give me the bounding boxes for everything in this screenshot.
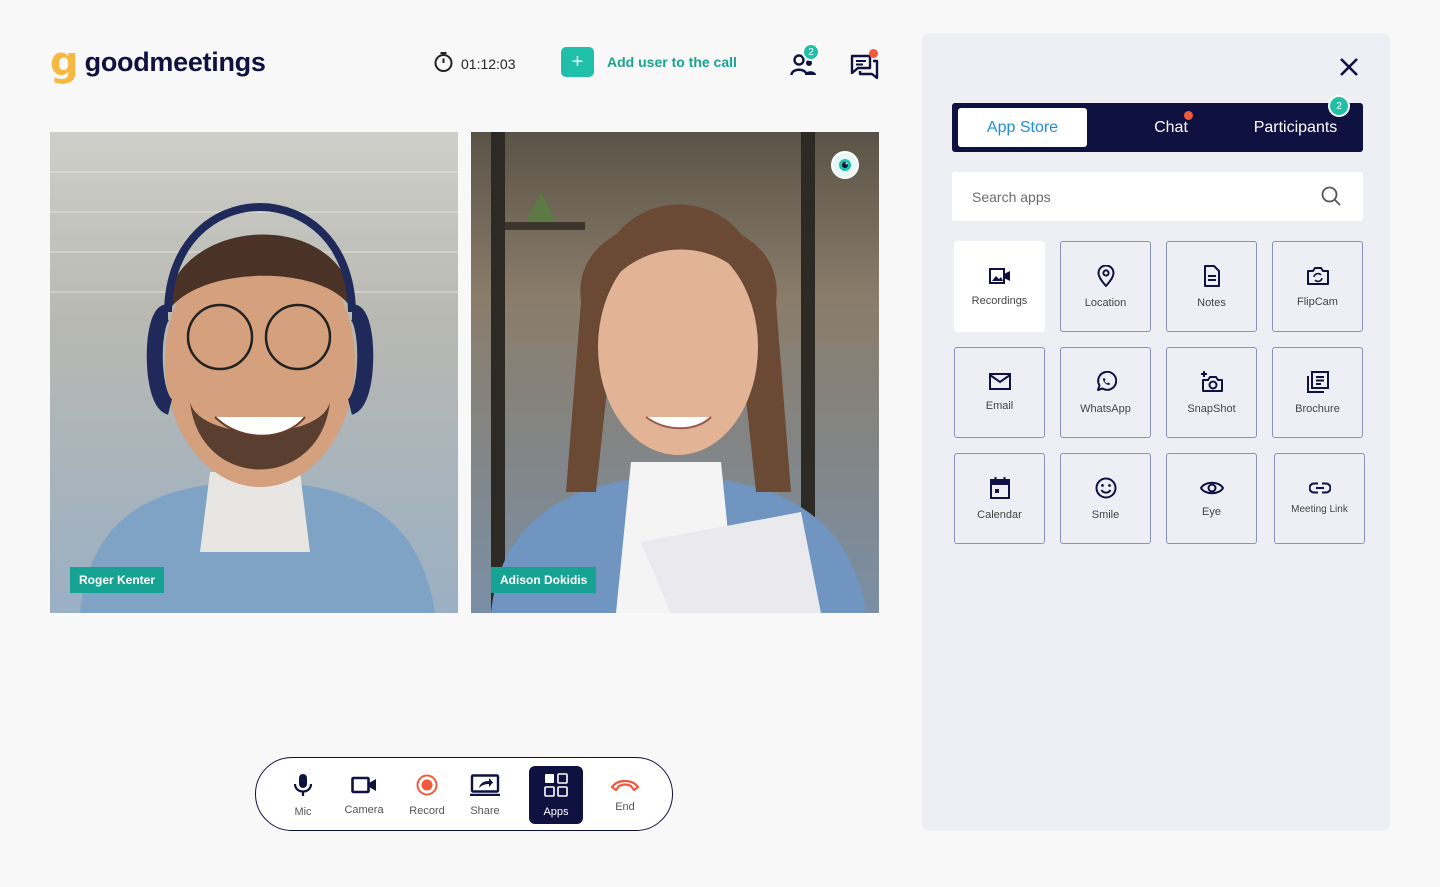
app-label: Location	[1084, 296, 1127, 309]
camera-icon	[351, 775, 377, 798]
participant-name-tag: Adison Dokidis	[491, 567, 597, 593]
app-flipcam[interactable]: FlipCam	[1272, 241, 1363, 332]
participants-count-badge: 2	[802, 43, 820, 61]
chat-unread-dot	[869, 49, 878, 58]
tab-label: Chat	[1154, 118, 1188, 136]
mic-icon	[293, 773, 313, 800]
link-icon	[1308, 482, 1331, 497]
location-icon	[1096, 264, 1115, 290]
tab-chat[interactable]: Chat	[1132, 108, 1210, 147]
chat-icon	[849, 54, 879, 84]
end-call-icon	[610, 778, 640, 795]
plus-icon: +	[561, 47, 594, 77]
participant-name-tag: Roger Kenter	[70, 567, 165, 593]
snapshot-icon	[1200, 370, 1224, 396]
app-meeting-link[interactable]: Meeting Link	[1274, 453, 1365, 544]
eye-icon	[1199, 480, 1224, 499]
smile-icon	[1095, 477, 1117, 502]
close-panel-button[interactable]	[1339, 57, 1359, 82]
record-label: Record	[409, 804, 445, 817]
end-call-label: End	[615, 800, 635, 813]
add-user-button[interactable]: + Add user to the call	[561, 47, 737, 77]
participant-video-roger	[50, 171, 458, 613]
participants-icon	[790, 54, 818, 81]
participant-video-adison	[491, 132, 866, 613]
chat-unread-dot	[1184, 111, 1193, 120]
viewing-eye-icon	[831, 151, 859, 179]
brochure-icon	[1306, 370, 1329, 396]
mic-label: Mic	[294, 805, 312, 818]
record-button[interactable]: Record	[400, 766, 454, 824]
apps-label: Apps	[543, 805, 569, 818]
chat-button[interactable]	[849, 49, 879, 85]
record-icon	[416, 774, 438, 799]
calendar-icon	[989, 476, 1010, 502]
app-calendar[interactable]: Calendar	[954, 453, 1045, 544]
app-notes[interactable]: Notes	[1166, 241, 1257, 332]
notes-icon	[1203, 264, 1221, 290]
search-apps-input[interactable]	[952, 172, 1312, 221]
recordings-icon	[988, 267, 1011, 288]
app-label: Notes	[1197, 296, 1226, 309]
app-whatsapp[interactable]: WhatsApp	[1060, 347, 1151, 438]
end-call-button[interactable]: End	[598, 766, 652, 824]
stopwatch-icon	[433, 51, 454, 76]
flipcam-icon	[1306, 266, 1329, 289]
app-label: FlipCam	[1297, 295, 1338, 308]
video-tile-roger[interactable]: Roger Kenter	[50, 132, 458, 613]
close-icon	[1339, 58, 1359, 81]
app-email[interactable]: Email	[954, 347, 1045, 438]
tab-label: Participants	[1253, 118, 1338, 136]
logo-text: goodmeetings	[84, 46, 266, 77]
camera-button[interactable]: Camera	[337, 766, 391, 824]
tab-app-store[interactable]: App Store	[958, 108, 1087, 147]
participants-count-badge: 2	[1328, 95, 1350, 117]
side-panel: App Store Chat Participants 2 Recordings…	[922, 33, 1390, 831]
app-recordings[interactable]: Recordings	[954, 241, 1045, 332]
timer-value: 01:12:03	[461, 55, 516, 72]
search-icon[interactable]	[1321, 186, 1341, 211]
app-label: SnapShot	[1187, 402, 1236, 415]
app-label: Eye	[1202, 505, 1221, 518]
app-eye[interactable]: Eye	[1166, 453, 1257, 544]
app-label: Recordings	[971, 294, 1028, 307]
call-timer: 01:12:03	[433, 51, 516, 76]
share-label: Share	[470, 804, 500, 817]
tab-label: App Store	[986, 118, 1059, 136]
mic-button[interactable]: Mic	[276, 766, 330, 824]
app-label: Calendar	[977, 508, 1022, 521]
app-smile[interactable]: Smile	[1060, 453, 1151, 544]
add-user-label: Add user to the call	[607, 54, 737, 70]
app-label: Meeting Link	[1291, 504, 1348, 515]
video-tile-adison[interactable]: Adison Dokidis	[471, 132, 879, 613]
app-location[interactable]: Location	[1060, 241, 1151, 332]
app-label: Brochure	[1295, 402, 1340, 415]
apps-button[interactable]: Apps	[529, 766, 583, 824]
app-search	[952, 172, 1363, 221]
app-label: Email	[985, 400, 1014, 412]
tab-participants[interactable]: Participants 2	[1238, 95, 1353, 147]
apps-icon	[544, 772, 568, 800]
panel-tabs: App Store Chat Participants 2	[952, 95, 1363, 152]
share-icon	[470, 773, 500, 799]
whatsapp-icon	[1095, 370, 1117, 396]
email-icon	[988, 373, 1011, 393]
share-button[interactable]: Share	[458, 766, 512, 824]
app-snapshot[interactable]: SnapShot	[1166, 347, 1257, 438]
app-label: Smile	[1091, 508, 1120, 521]
camera-label: Camera	[344, 803, 384, 816]
logo: g goodmeetings	[50, 42, 266, 82]
call-controls-bar: Mic Camera Record Share Apps End	[255, 757, 673, 831]
logo-mark: g	[50, 39, 79, 85]
app-brochure[interactable]: Brochure	[1272, 347, 1363, 438]
participants-button[interactable]: 2	[790, 43, 820, 82]
app-label: WhatsApp	[1080, 402, 1131, 415]
